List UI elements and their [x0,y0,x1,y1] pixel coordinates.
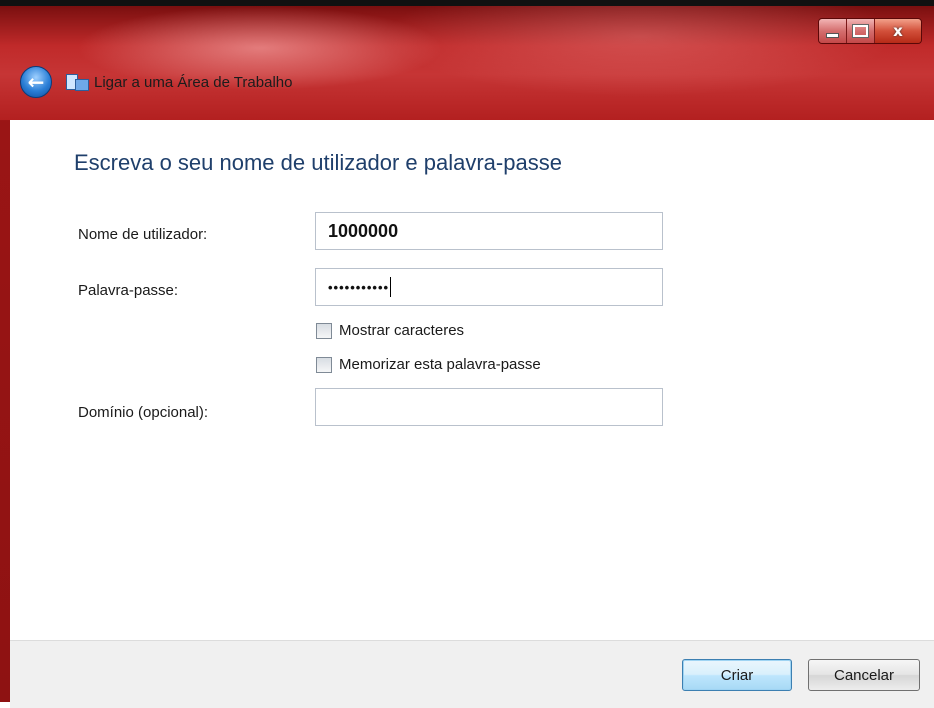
title-bar[interactable]: x ← Ligar a uma Área de Trabalho [0,6,934,120]
dialog-footer: Criar Cancelar [10,640,934,708]
dialog-content: Escreva o seu nome de utilizador e palav… [10,120,934,640]
back-arrow-icon: ← [27,70,45,94]
back-button[interactable]: ← [20,66,52,98]
maximize-button[interactable] [847,19,875,43]
app-window: x ← Ligar a uma Área de Trabalho Escreva… [0,0,934,708]
password-field[interactable]: ••••••••••• [315,268,663,306]
caption-buttons: x [818,18,922,44]
navigation-row: ← Ligar a uma Área de Trabalho [20,66,292,98]
cancel-button[interactable]: Cancelar [808,659,920,691]
remember-password-option[interactable]: Memorizar esta palavra-passe [316,356,541,373]
minimize-button[interactable] [819,19,847,43]
close-button[interactable]: x [875,19,921,43]
show-characters-label: Mostrar caracteres [339,322,465,339]
password-label: Palavra-passe: [78,282,179,299]
create-button[interactable]: Criar [682,659,792,691]
show-characters-option[interactable]: Mostrar caracteres [316,322,464,339]
close-icon: x [893,22,903,40]
username-field[interactable]: 1000000 [315,212,663,250]
remote-desktop-icon [66,72,89,92]
maximize-icon [853,25,868,37]
domain-label: Domínio (opcional): [78,404,209,421]
page-heading: Escreva o seu nome de utilizador e palav… [74,150,562,175]
minimize-icon [826,32,839,38]
show-characters-checkbox[interactable] [316,322,332,339]
window-title: Ligar a uma Área de Trabalho [94,73,293,91]
text-caret [390,277,392,297]
domain-field[interactable] [315,388,663,426]
remember-password-label: Memorizar esta palavra-passe [339,356,541,373]
password-value: ••••••••••• [328,279,390,295]
remember-password-checkbox[interactable] [316,356,332,373]
username-label: Nome de utilizador: [78,226,208,243]
username-value: 1000000 [328,220,399,241]
